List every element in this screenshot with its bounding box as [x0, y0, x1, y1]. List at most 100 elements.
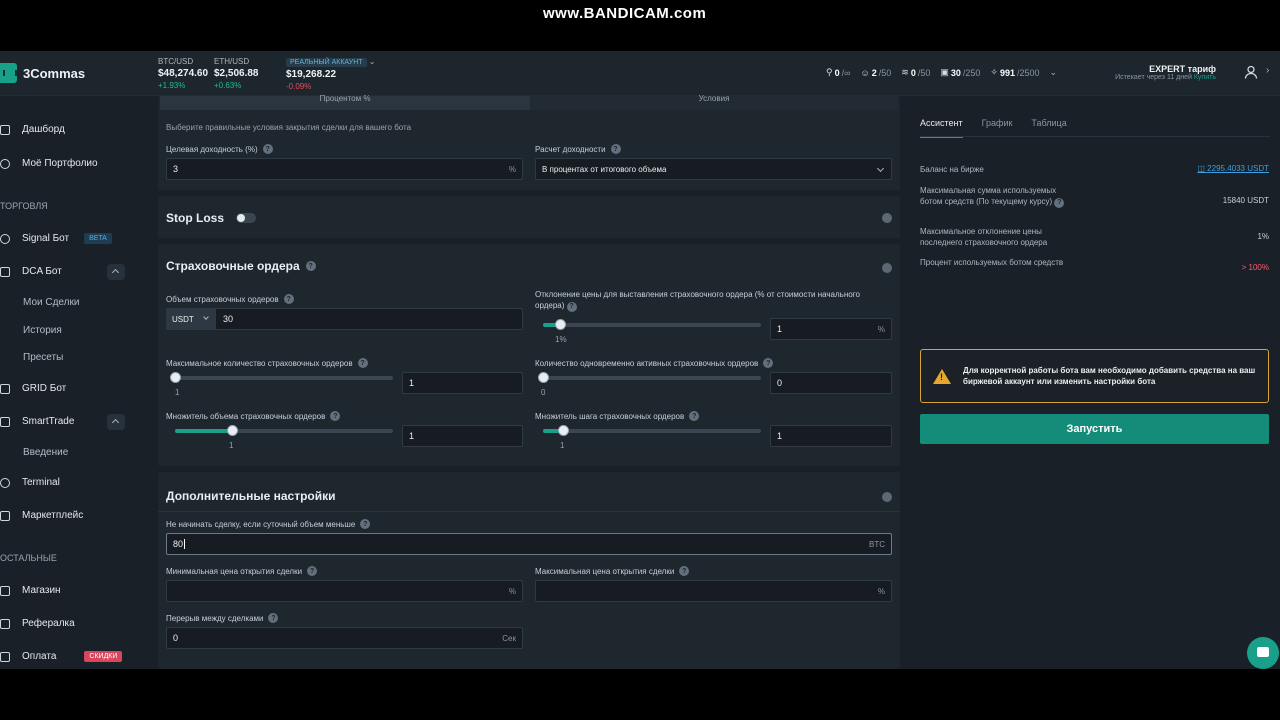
chevron-down-icon[interactable]: ⌄ [1050, 67, 1058, 78]
sidebar-item-smarttrade[interactable]: SmartTrade [0, 416, 74, 427]
tab-assistant[interactable]: Ассистент [920, 118, 963, 138]
account-switcher[interactable]: РЕАЛЬНЫЙ АККАУНТ ⌄ $19,268.22 -0.09% [286, 56, 375, 93]
active-so-input[interactable]: 0 [770, 372, 892, 394]
settings-icon[interactable] [882, 213, 892, 223]
sidebar-item-terminal[interactable]: Terminal [0, 477, 60, 488]
shop-icon [0, 585, 10, 596]
profit-calc-select[interactable]: В процентах от итогового объема [535, 158, 892, 180]
assistant-panel: Ассистент График Таблица Баланс на бирже… [910, 96, 1280, 669]
max-price-input[interactable]: % [535, 580, 892, 602]
balance-value[interactable]: ◫ 2295.4033 USDT [1197, 164, 1269, 173]
help-icon[interactable]: ? [610, 144, 621, 154]
sidebar-item-payment[interactable]: Оплата СКИДКИ [0, 651, 123, 662]
sidebar-item-signal-bot[interactable]: Signal Бот BETA [0, 233, 112, 244]
slider-handle[interactable] [555, 319, 566, 330]
close-hint: Выберите правильные условия закрытия сде… [166, 123, 412, 132]
sidebar-item-intro[interactable]: Введение [23, 447, 68, 458]
help-icon[interactable]: ? [357, 358, 368, 368]
help-icon[interactable]: ? [283, 294, 294, 304]
help-icon[interactable]: ? [305, 261, 316, 271]
sidebar-item-portfolio[interactable]: Моё Портфолио [0, 158, 98, 169]
chevron-down-icon[interactable]: › [1266, 65, 1269, 76]
help-icon[interactable]: ? [268, 613, 279, 623]
help-icon[interactable]: ? [330, 411, 341, 421]
stop-loss-toggle[interactable] [236, 213, 257, 223]
tab-table[interactable]: Таблица [1031, 118, 1066, 138]
so-volume-scale-slider[interactable] [175, 425, 393, 436]
price-deviation-input[interactable]: 1% [770, 318, 892, 340]
settings-icon[interactable] [882, 492, 892, 502]
collapse-dca-button[interactable] [107, 264, 125, 280]
chevron-down-icon: ⌄ [368, 57, 376, 66]
min-price-input[interactable]: % [166, 580, 523, 602]
start-bot-button[interactable]: Запустить [920, 414, 1269, 444]
help-icon[interactable]: ? [763, 358, 774, 368]
counter-grid[interactable]: ≋ 0/50 [901, 67, 930, 78]
sidebar-item-dca-bot[interactable]: DCA Бот [0, 266, 62, 277]
briefcase-icon [0, 416, 10, 427]
logo[interactable]: 3Commas [0, 63, 85, 83]
help-icon[interactable]: ? [262, 144, 273, 154]
sidebar-item-marketplace[interactable]: Маркетплейс [0, 510, 83, 521]
tab-percent[interactable]: Процентом % [160, 95, 530, 110]
counter-signal[interactable]: ⚲ 0/∞ [826, 67, 851, 78]
sidebar-item-dashboard[interactable]: Дашборд [0, 124, 65, 135]
sidebar-item-shop[interactable]: Магазин [0, 585, 61, 596]
slider-handle[interactable] [558, 425, 569, 436]
counter-dca[interactable]: ☺ 2/50 [861, 67, 892, 78]
tab-conditions[interactable]: Условия [530, 95, 898, 110]
used-percent-value: > 100% [1241, 263, 1269, 272]
help-icon[interactable]: ? [360, 519, 371, 529]
slider-handle[interactable] [170, 372, 181, 383]
help-icon[interactable]: ? [679, 566, 690, 576]
help-icon[interactable]: ? [566, 301, 577, 312]
help-icon[interactable]: ? [307, 566, 318, 576]
price-deviation-slider[interactable] [543, 319, 761, 330]
app-window: 3Commas BTC/USD $48,274.60 +1.93% ETH/US… [0, 51, 1280, 669]
ticker-change: +1.93% [158, 81, 186, 90]
cooldown-input[interactable]: 0 Сек [166, 627, 523, 649]
so-step-scale-input[interactable]: 1 [770, 425, 892, 447]
ticker-price: $48,274.60 [158, 68, 209, 79]
so-step-scale-slider[interactable] [543, 425, 761, 436]
warning-text: Для корректной работы бота вам необходим… [963, 366, 1256, 386]
divider [158, 511, 900, 512]
advanced-settings-section: Дополнительные настройки Не начинать сде… [158, 472, 900, 669]
bot-settings-form: Процентом % Условия Выберите правильные … [158, 95, 900, 669]
so-volume-input[interactable]: 30 [166, 308, 523, 330]
terminal-icon [0, 477, 10, 488]
so-volume-scale-slider-value: 1 [229, 441, 234, 450]
counter-smarttrade[interactable]: ▣ 30/250 [940, 67, 980, 78]
help-icon[interactable]: ? [1054, 197, 1065, 208]
top-bar: 3Commas BTC/USD $48,274.60 +1.93% ETH/US… [0, 51, 1280, 96]
slider-handle[interactable] [227, 425, 238, 436]
cooldown-label: Перерыв между сделками? [166, 613, 279, 623]
sidebar-item-presets[interactable]: Пресеты [23, 352, 63, 363]
sidebar-item-history[interactable]: История [23, 325, 62, 336]
collapse-smarttrade-button[interactable] [107, 414, 125, 430]
max-so-input[interactable]: 1 [402, 372, 523, 394]
max-amount-value: 15840 USDT [1222, 196, 1269, 205]
tab-chart[interactable]: График [982, 118, 1013, 138]
sidebar-item-grid-bot[interactable]: GRID Бот [0, 383, 66, 394]
sidebar-item-my-deals[interactable]: Мои Сделки [23, 297, 79, 308]
user-icon[interactable] [1244, 65, 1258, 79]
so-volume-scale-input[interactable]: 1 [402, 425, 523, 447]
close-condition-tabs: Процентом % Условия [160, 95, 898, 110]
counter-deals[interactable]: ✧ 991/2500 [990, 67, 1039, 78]
dashboard-icon [0, 124, 10, 135]
min-volume-input[interactable]: 80 BTC [166, 533, 892, 555]
settings-icon[interactable] [882, 263, 892, 273]
chevron-down-icon [876, 164, 885, 173]
help-icon[interactable]: ? [689, 411, 700, 421]
slider-handle[interactable] [538, 372, 549, 383]
active-so-slider[interactable] [538, 372, 761, 383]
chat-icon[interactable] [1247, 637, 1279, 669]
max-amount-label: Максимальная сумма используемых ботом ср… [920, 185, 1080, 208]
grid-icon: ≋ [901, 67, 909, 77]
buy-link[interactable]: Купить [1194, 74, 1216, 81]
sidebar-item-referral[interactable]: Рефералка [0, 618, 75, 629]
max-so-slider[interactable] [170, 372, 393, 383]
target-profit-input[interactable]: 3% [166, 158, 523, 180]
so-currency-select[interactable]: USDT [166, 308, 216, 330]
